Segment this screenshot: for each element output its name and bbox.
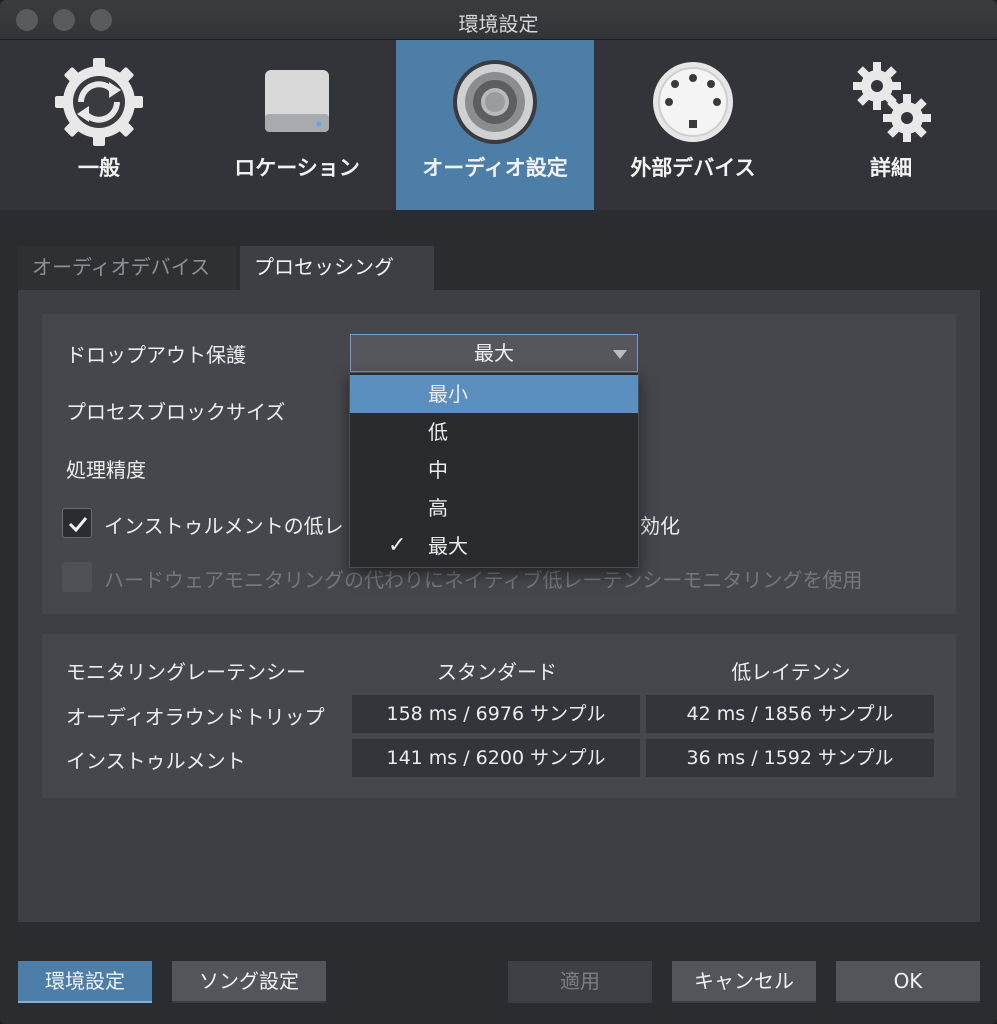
- menu-item-minimum[interactable]: 最小: [350, 375, 638, 413]
- window-title: 環境設定: [458, 12, 539, 36]
- dropout-protection-menu: 最小 低 中 高 ✓ 最大: [349, 372, 639, 568]
- toolbar-item-general[interactable]: 一般: [0, 40, 198, 210]
- menu-item-label: 最小: [428, 382, 468, 406]
- menu-item-high[interactable]: 高: [350, 489, 638, 527]
- menu-item-label: 低: [428, 420, 448, 444]
- title-bar: 環境設定: [0, 0, 997, 40]
- toolbar-label-external-devices: 外部デバイス: [630, 156, 756, 180]
- processing-precision-label: 処理精度: [66, 458, 146, 482]
- round-trip-standard-value: 158 ms / 6976 サンプル: [352, 695, 640, 733]
- dropout-protection-label: ドロップアウト保護: [66, 343, 246, 367]
- sync-gear-icon: [51, 54, 147, 150]
- menu-item-label: 高: [428, 496, 448, 520]
- toolbar-label-general: 一般: [78, 156, 120, 180]
- monitoring-latency-box: モニタリングレーテンシー スタンダード 低レイテンシ オーディオラウンドトリップ…: [42, 634, 956, 798]
- apply-button[interactable]: 適用: [508, 961, 652, 1003]
- speaker-icon: [447, 54, 543, 150]
- gears-icon: [843, 54, 939, 150]
- ok-button[interactable]: OK: [836, 961, 980, 1003]
- instrument-low-latency-checkbox[interactable]: [62, 508, 92, 538]
- instrument-low-latency-label: インストゥルメントの低レ: [104, 514, 344, 538]
- dropout-protection-value: 最大: [474, 341, 514, 365]
- toolbar-label-location: ロケーション: [234, 156, 360, 180]
- menu-item-low[interactable]: 低: [350, 413, 638, 451]
- midi-port-icon: [645, 54, 741, 150]
- song-settings-button[interactable]: ソング設定: [172, 961, 326, 1003]
- checkmark-icon: ✓: [388, 533, 407, 558]
- instrument-latency-label: インストゥルメント: [66, 749, 246, 773]
- dropout-protection-select[interactable]: 最大: [350, 334, 638, 372]
- caret-down-icon: [613, 350, 627, 359]
- instrument-standard-value: 141 ms / 6200 サンプル: [352, 739, 640, 777]
- toolbar-label-advanced: 詳細: [870, 156, 912, 180]
- checkmark-icon: [68, 517, 88, 533]
- menu-item-medium[interactable]: 中: [350, 451, 638, 489]
- native-monitoring-label: ハードウェアモニタリングの代わりにネイティブ低レーテンシーモニタリングを使用: [104, 568, 863, 592]
- preferences-window: 環境設定 一般 ロケーション オーディオ設定 外部デバイス 詳細 オーディオデバ…: [0, 0, 997, 1024]
- toolbar-label-audio-settings: オーディオ設定: [422, 156, 568, 180]
- col-standard-header: スタンダード: [437, 660, 557, 684]
- col-low-latency-header: 低レイテンシ: [731, 660, 851, 684]
- toolbar-item-location[interactable]: ロケーション: [198, 40, 396, 210]
- tab-processing[interactable]: プロセッシング: [240, 246, 434, 290]
- main-content: オーディオデバイス プロセッシング ドロップアウト保護 最大 プロセスブロックサ…: [0, 210, 997, 1024]
- menu-item-maximum[interactable]: ✓ 最大: [350, 527, 638, 565]
- preferences-toolbar: 一般 ロケーション オーディオ設定 外部デバイス 詳細: [0, 40, 997, 210]
- native-monitoring-checkbox[interactable]: [62, 562, 92, 592]
- round-trip-low-value: 42 ms / 1856 サンプル: [646, 695, 934, 733]
- instrument-low-value: 36 ms / 1592 サンプル: [646, 739, 934, 777]
- menu-item-label: 最大: [428, 534, 468, 558]
- toolbar-item-audio-settings[interactable]: オーディオ設定: [396, 40, 594, 210]
- toolbar-item-external-devices[interactable]: 外部デバイス: [594, 40, 792, 210]
- instrument-low-latency-label-tail: 効化: [640, 514, 680, 538]
- preferences-button[interactable]: 環境設定: [18, 961, 152, 1003]
- monitoring-latency-header: モニタリングレーテンシー: [66, 660, 306, 684]
- drive-icon: [249, 54, 345, 150]
- toolbar-item-advanced[interactable]: 詳細: [792, 40, 990, 210]
- cancel-button[interactable]: キャンセル: [672, 961, 816, 1003]
- round-trip-label: オーディオラウンドトリップ: [66, 705, 325, 729]
- process-block-size-label: プロセスブロックサイズ: [66, 400, 286, 424]
- tab-audio-device[interactable]: オーディオデバイス: [18, 246, 236, 290]
- menu-item-label: 中: [428, 458, 448, 482]
